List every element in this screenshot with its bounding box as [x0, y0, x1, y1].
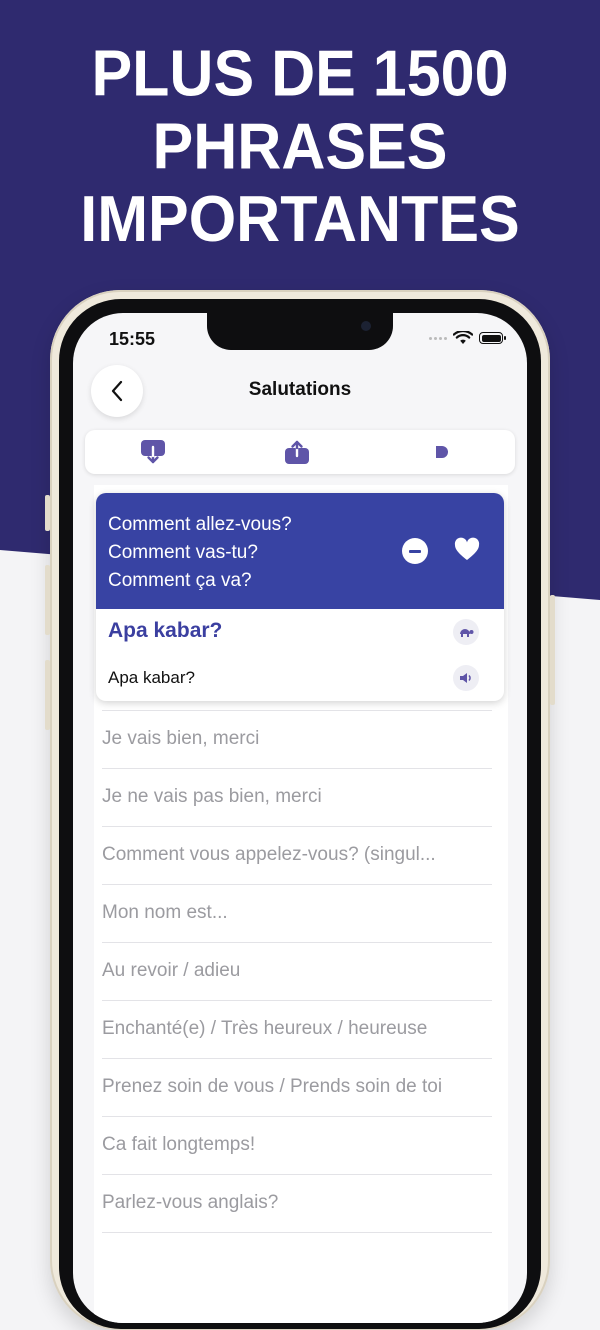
french-line: Comment vas-tu? [108, 542, 258, 563]
phone-volume-down [45, 660, 50, 730]
phonetic-text: Apa kabar? [108, 668, 195, 687]
download-icon [141, 440, 165, 464]
heart-icon[interactable] [454, 537, 480, 563]
phrase-text: Ca fait longtemps! [102, 1134, 256, 1155]
share-icon [285, 440, 309, 464]
toolbar [85, 430, 515, 474]
headline-line-3: IMPORTANTES [80, 182, 520, 256]
slow-audio-button[interactable] [453, 619, 479, 645]
status-icons [429, 331, 506, 345]
play-icon [436, 446, 448, 458]
camera-icon [361, 321, 371, 331]
turtle-slow-icon [460, 629, 474, 637]
card-header: Comment allez-vous? Comment vas-tu? Comm… [96, 493, 504, 609]
french-phrase: Comment allez-vous? Comment vas-tu? Comm… [108, 511, 292, 595]
speaker-icon [460, 673, 471, 683]
french-line: Comment ça va? [108, 570, 252, 591]
list-item[interactable]: Enchanté(e) / Très heureux / heureuse [102, 1001, 492, 1059]
phone-screen: 15:55 Salutations Comment allez-vous? Co… [73, 313, 527, 1323]
share-button[interactable] [267, 430, 327, 474]
phrase-text: Parlez-vous anglais? [102, 1192, 279, 1213]
phrase-text: Au revoir / adieu [102, 960, 241, 981]
banner-headline: PLUS DE 1500 PHRASES IMPORTANTES [0, 37, 600, 255]
audio-button[interactable] [453, 665, 479, 691]
battery-icon [479, 332, 506, 344]
list-item[interactable]: Mon nom est... [102, 885, 492, 943]
list-item[interactable]: Comment vous appelez-vous? (singul... [102, 827, 492, 885]
phone-volume-up [45, 565, 50, 635]
wifi-icon [453, 331, 473, 344]
phone-power-button [550, 595, 555, 705]
list-item[interactable]: Je vais bien, merci [102, 711, 492, 769]
phrase-text: Je vais bien, merci [102, 728, 260, 749]
list-item[interactable]: Prenez soin de vous / Prends soin de toi [102, 1059, 492, 1117]
list-item[interactable]: Au revoir / adieu [102, 943, 492, 1001]
list-item[interactable]: Ca fait longtemps! [102, 1117, 492, 1175]
page-title: Salutations [248, 379, 352, 400]
status-time: 15:55 [109, 329, 156, 349]
phrase-text: Enchanté(e) / Très heureux / heureuse [102, 1018, 428, 1039]
phrase-text: Je ne vais pas bien, merci [102, 786, 322, 807]
signal-dots-icon [429, 336, 447, 340]
translation-text: Apa kabar? [108, 619, 223, 642]
play-button[interactable] [411, 430, 471, 474]
list-item[interactable]: Je ne vais pas bien, merci [102, 769, 492, 827]
headline-line-1: PLUS DE 1500 [91, 36, 509, 110]
french-line: Comment allez-vous? [108, 514, 292, 535]
phone-mute-switch [45, 495, 50, 531]
phrase-text: Prenez soin de vous / Prends soin de toi [102, 1076, 443, 1097]
selected-phrase-card[interactable]: Comment allez-vous? Comment vas-tu? Comm… [96, 493, 504, 701]
phrase-text: Comment vous appelez-vous? (singul... [102, 844, 436, 865]
minus-circle-icon[interactable] [402, 538, 428, 564]
download-button[interactable] [123, 430, 183, 474]
headline-line-2: PHRASES [152, 109, 448, 183]
list-item[interactable]: Parlez-vous anglais? [102, 1175, 492, 1233]
notch [207, 313, 393, 350]
phrase-text: Mon nom est... [102, 902, 228, 923]
